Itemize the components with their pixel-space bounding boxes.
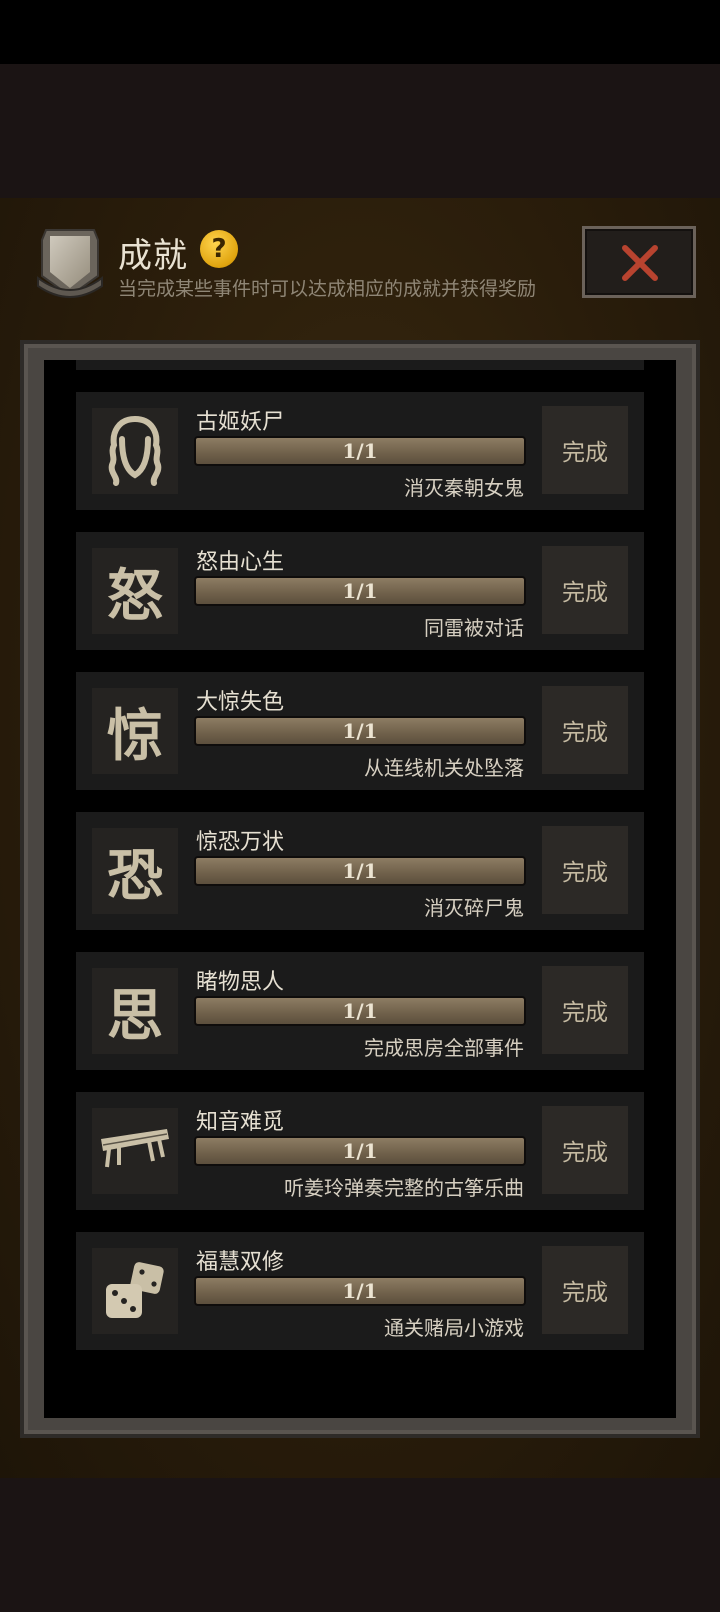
hair-icon [108,416,162,486]
achievement-icon-box: 思 [92,968,178,1054]
progress-bar: 1/1 [194,436,526,466]
progress-text: 1/1 [342,1279,378,1303]
achievement-description: 听姜玲弹奏完整的古筝乐曲 [284,1176,524,1200]
progress-text: 1/1 [342,719,378,743]
progress-bar: 1/1 [194,1136,526,1166]
achievement-description: 发现工匠暗房 [404,360,524,361]
achievement-description: 从连线机关处坠落 [364,756,524,780]
achievement-item: 古姬妖尸 1/1 消灭秦朝女鬼 完成 [76,392,644,510]
achievement-item: 怒 怒由心生 1/1 同雷被对话 完成 [76,532,644,650]
progress-bar: 1/1 [194,856,526,886]
achievement-icon-box: 惊 [92,688,178,774]
achievement-glyph-icon: 惊 [107,702,163,769]
complete-button[interactable]: 完成 [542,406,628,494]
achievement-description: 消灭碎尸鬼 [424,896,524,920]
complete-button[interactable]: 完成 [542,686,628,774]
zither-icon [101,1129,169,1168]
complete-button[interactable]: 完成 [542,826,628,914]
progress-text: 1/1 [342,439,378,463]
shield-badge-icon [37,229,103,298]
complete-button[interactable]: 完成 [542,546,628,634]
achievement-item: 思 睹物思人 1/1 完成思房全部事件 完成 [76,952,644,1070]
achievement-description: 消灭秦朝女鬼 [404,476,524,500]
progress-text: 1/1 [342,999,378,1023]
achievement-icon-box [92,1248,178,1334]
achievement-name: 怒由心生 [196,550,285,575]
achievement-item: 工1/1发现工匠暗房完成 [76,360,644,370]
achievement-glyph-icon: 思 [107,982,163,1049]
help-icon[interactable]: ? [200,230,238,268]
achievement-list[interactable]: 工1/1发现工匠暗房完成古姬妖尸1/1消灭秦朝女鬼完成怒怒由心生1/1同雷被对话… [44,360,676,1418]
progress-bar: 1/1 [194,576,526,606]
dice-icon [106,1262,164,1318]
page-subtitle: 当完成某些事件时可以达成相应的成就并获得奖励 [118,278,537,300]
achievement-icon-box [92,408,178,494]
progress-bar: 1/1 [194,996,526,1026]
achievement-item: 福慧双修 1/1 通关赌局小游戏 完成 [76,1232,644,1350]
achievement-glyph-icon: 恐 [107,842,163,909]
progress-bar: 1/1 [194,1276,526,1306]
achievement-name: 古姬妖尸 [196,410,285,435]
complete-button[interactable]: 完成 [542,966,628,1054]
status-bar-area [0,0,720,64]
complete-button[interactable]: 完成 [542,1246,628,1334]
achievement-name: 大惊失色 [196,690,285,715]
progress-text: 1/1 [342,579,378,603]
achievement-icon-box: 恐 [92,828,178,914]
achievement-item: 惊 大惊失色 1/1 从连线机关处坠落 完成 [76,672,644,790]
page-title: 成就 [118,236,188,276]
progress-bar: 1/1 [194,716,526,746]
achievement-name: 睹物思人 [196,970,285,995]
achievement-item: 恐 惊恐万状 1/1 消灭碎尸鬼 完成 [76,812,644,930]
bottom-band [0,1478,720,1612]
achievement-description: 通关赌局小游戏 [384,1316,524,1340]
close-x-icon [622,245,658,281]
achievement-glyph-icon: 怒 [107,562,163,629]
progress-text: 1/1 [342,859,378,883]
close-button[interactable] [582,226,696,298]
achievement-name: 知音难觅 [196,1110,285,1135]
achievement-icon-box [92,1108,178,1194]
complete-button[interactable]: 完成 [542,1106,628,1194]
achievement-name: 福慧双修 [196,1250,285,1275]
achievement-item: 知音难觅 1/1 听姜玲弹奏完整的古筝乐曲 完成 [76,1092,644,1210]
achievement-description: 同雷被对话 [424,616,524,640]
achievement-icon-box: 怒 [92,548,178,634]
achievement-name: 惊恐万状 [196,830,285,855]
achievement-description: 完成思房全部事件 [364,1036,524,1060]
progress-text: 1/1 [342,1139,378,1163]
